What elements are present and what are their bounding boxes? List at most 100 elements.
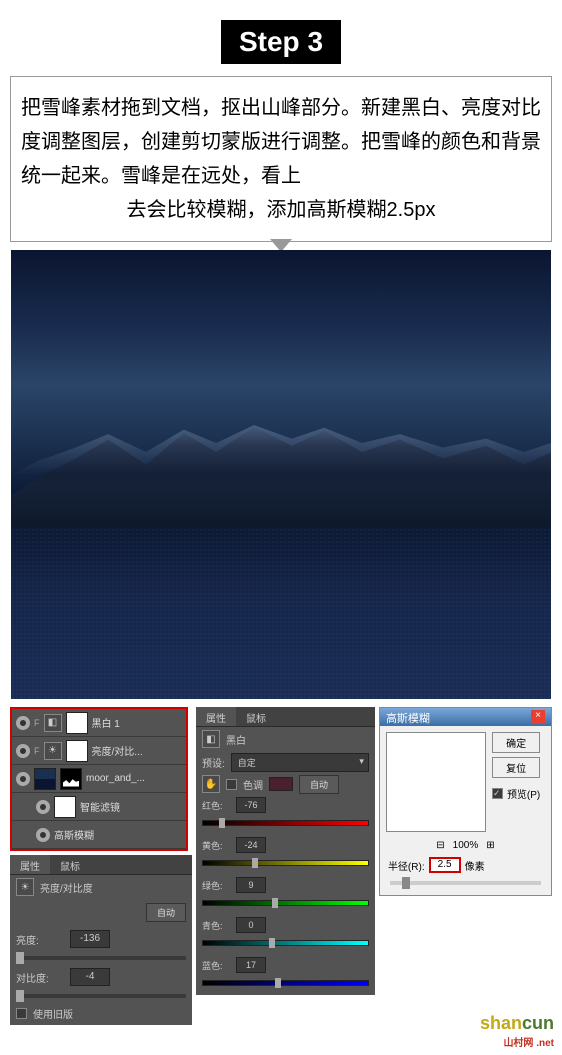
bw-adjustment-icon: ◧ [44,714,62,732]
image-thumb[interactable] [34,768,56,790]
filter-thumb[interactable] [54,796,76,818]
bc-header: ☀ 亮度/对比度 [10,875,192,899]
preset-row: 预设: 自定 [196,751,375,773]
brightness-row: 亮度: -136 [10,926,192,952]
mask-thumb[interactable] [66,740,88,762]
brightness-slider-row [10,952,192,964]
layer-label: 智能滤镜 [80,799,120,814]
close-icon[interactable]: × [531,710,545,724]
gauss-titlebar[interactable]: 高斯模糊 × [380,708,551,726]
mask-thumb[interactable] [66,712,88,734]
f-indicator: F [34,718,40,728]
bc-auto-row: 自动 [10,899,192,926]
gaussian-blur-dialog: 高斯模糊 × 确定 复位 预览(P) ⊟ 100% ⊞ 半径(R): 2.5 像… [379,707,552,896]
mask-thumb[interactable] [60,768,82,790]
radius-input[interactable]: 2.5 [429,857,461,873]
tint-color-swatch[interactable] [269,777,293,791]
gauss-body: 确定 复位 预览(P) [380,726,551,838]
slider-label: 蓝色: [202,959,230,972]
slider-handle-icon[interactable] [219,818,225,828]
color-slider-row: 绿色: 9 [196,875,375,895]
slider-label: 青色: [202,919,230,932]
radius-slider[interactable] [390,881,541,885]
tint-row: ✋ 色调 自动 [196,773,375,795]
ok-button[interactable]: 确定 [492,732,540,753]
preset-dropdown[interactable]: 自定 [231,753,369,772]
auto-button[interactable]: 自动 [299,775,339,794]
instruction-box: 把雪峰素材拖到文档，抠出山峰部分。新建黑白、亮度对比度调整图层，创建剪切蒙版进行… [10,76,552,242]
watermark-text2: cun [522,1013,554,1033]
zoom-in-icon[interactable]: ⊞ [486,840,494,851]
visibility-icon[interactable] [36,800,50,814]
slider-handle-icon[interactable] [272,898,278,908]
slider-value[interactable]: -24 [236,837,266,853]
brightness-icon: ☀ [16,878,34,896]
visibility-icon[interactable] [16,716,30,730]
hand-icon[interactable]: ✋ [202,775,220,793]
bw-sliders: 红色: -76 黄色: -24 绿色: 9 青色: 0 蓝色: 17 [196,795,375,995]
layers-column: F ◧ 黑白 1 F ☀ 亮度/对比... moor_and_... [10,707,192,1025]
auto-button[interactable]: 自动 [146,903,186,922]
visibility-icon[interactable] [16,744,30,758]
layer-row-bc[interactable]: F ☀ 亮度/对比... [12,737,186,765]
tab-mouse[interactable]: 鼠标 [236,707,276,726]
layer-row-moor[interactable]: moor_and_... [12,765,186,793]
slider-handle-icon[interactable] [252,858,258,868]
slider-value[interactable]: 9 [236,877,266,893]
slider-gradient [202,900,369,906]
bw-header: ◧ 黑白 [196,727,375,751]
brightness-slider[interactable] [16,956,186,960]
visibility-icon[interactable] [16,772,30,786]
result-preview-image [11,250,551,699]
panels-row: F ◧ 黑白 1 F ☀ 亮度/对比... moor_and_... [10,707,552,1025]
legacy-checkbox[interactable] [16,1008,27,1019]
slider-gradient [202,980,369,986]
instruction-line1: 把雪峰素材拖到文档，抠出山峰部分。新建黑白、亮度对比度调整图层，创建剪切蒙版进行… [21,97,541,187]
legacy-label: 使用旧版 [33,1006,73,1021]
zoom-out-icon[interactable]: ⊟ [436,840,444,851]
tint-checkbox[interactable] [226,779,237,790]
cancel-button[interactable]: 复位 [492,757,540,778]
tab-properties[interactable]: 属性 [196,707,236,726]
layer-row-smartfilter[interactable]: 智能滤镜 [12,793,186,821]
brightness-label: 亮度: [16,932,64,947]
slider-handle-icon[interactable] [269,938,275,948]
step-header: Step 3 [10,20,552,64]
tab-properties[interactable]: 属性 [10,855,50,874]
preview-check-row: 预览(P) [492,786,540,801]
legacy-row: 使用旧版 [10,1002,192,1025]
panel-tabs: 属性 鼠标 [196,707,375,727]
slider-track[interactable] [202,940,369,950]
slider-label: 绿色: [202,879,230,892]
contrast-slider[interactable] [16,994,186,998]
radius-unit: 像素 [465,858,485,873]
visibility-icon[interactable] [36,828,50,842]
slider-track[interactable] [202,860,369,870]
tint-label: 色调 [243,777,263,792]
slider-track[interactable] [202,900,369,910]
layer-label: 高斯模糊 [54,827,94,842]
layer-label: 黑白 1 [92,715,120,730]
layer-row-gauss[interactable]: 高斯模糊 [12,821,186,849]
watermark-text1: shan [480,1013,522,1033]
slider-track[interactable] [202,820,369,830]
color-slider-track-row [196,975,375,995]
gauss-controls: 确定 复位 预览(P) [492,732,540,832]
slider-track[interactable] [202,980,369,990]
slider-gradient [202,860,369,866]
snowcaps-shape [11,421,551,511]
slider-value[interactable]: 0 [236,917,266,933]
panel-tabs: 属性 鼠标 [10,855,192,875]
preview-checkbox[interactable] [492,788,503,799]
layer-row-bw[interactable]: F ◧ 黑白 1 [12,709,186,737]
bw-title: 黑白 [226,732,246,747]
brightness-value[interactable]: -136 [70,930,110,948]
gauss-preview[interactable] [386,732,486,832]
slider-value[interactable]: -76 [236,797,266,813]
slider-value[interactable]: 17 [236,957,266,973]
slider-label: 红色: [202,799,230,812]
contrast-value[interactable]: -4 [70,968,110,986]
instruction-line2: 去会比较模糊，添加高斯模糊2.5px [21,193,541,227]
tab-mouse[interactable]: 鼠标 [50,855,90,874]
bc-title: 亮度/对比度 [40,880,93,895]
